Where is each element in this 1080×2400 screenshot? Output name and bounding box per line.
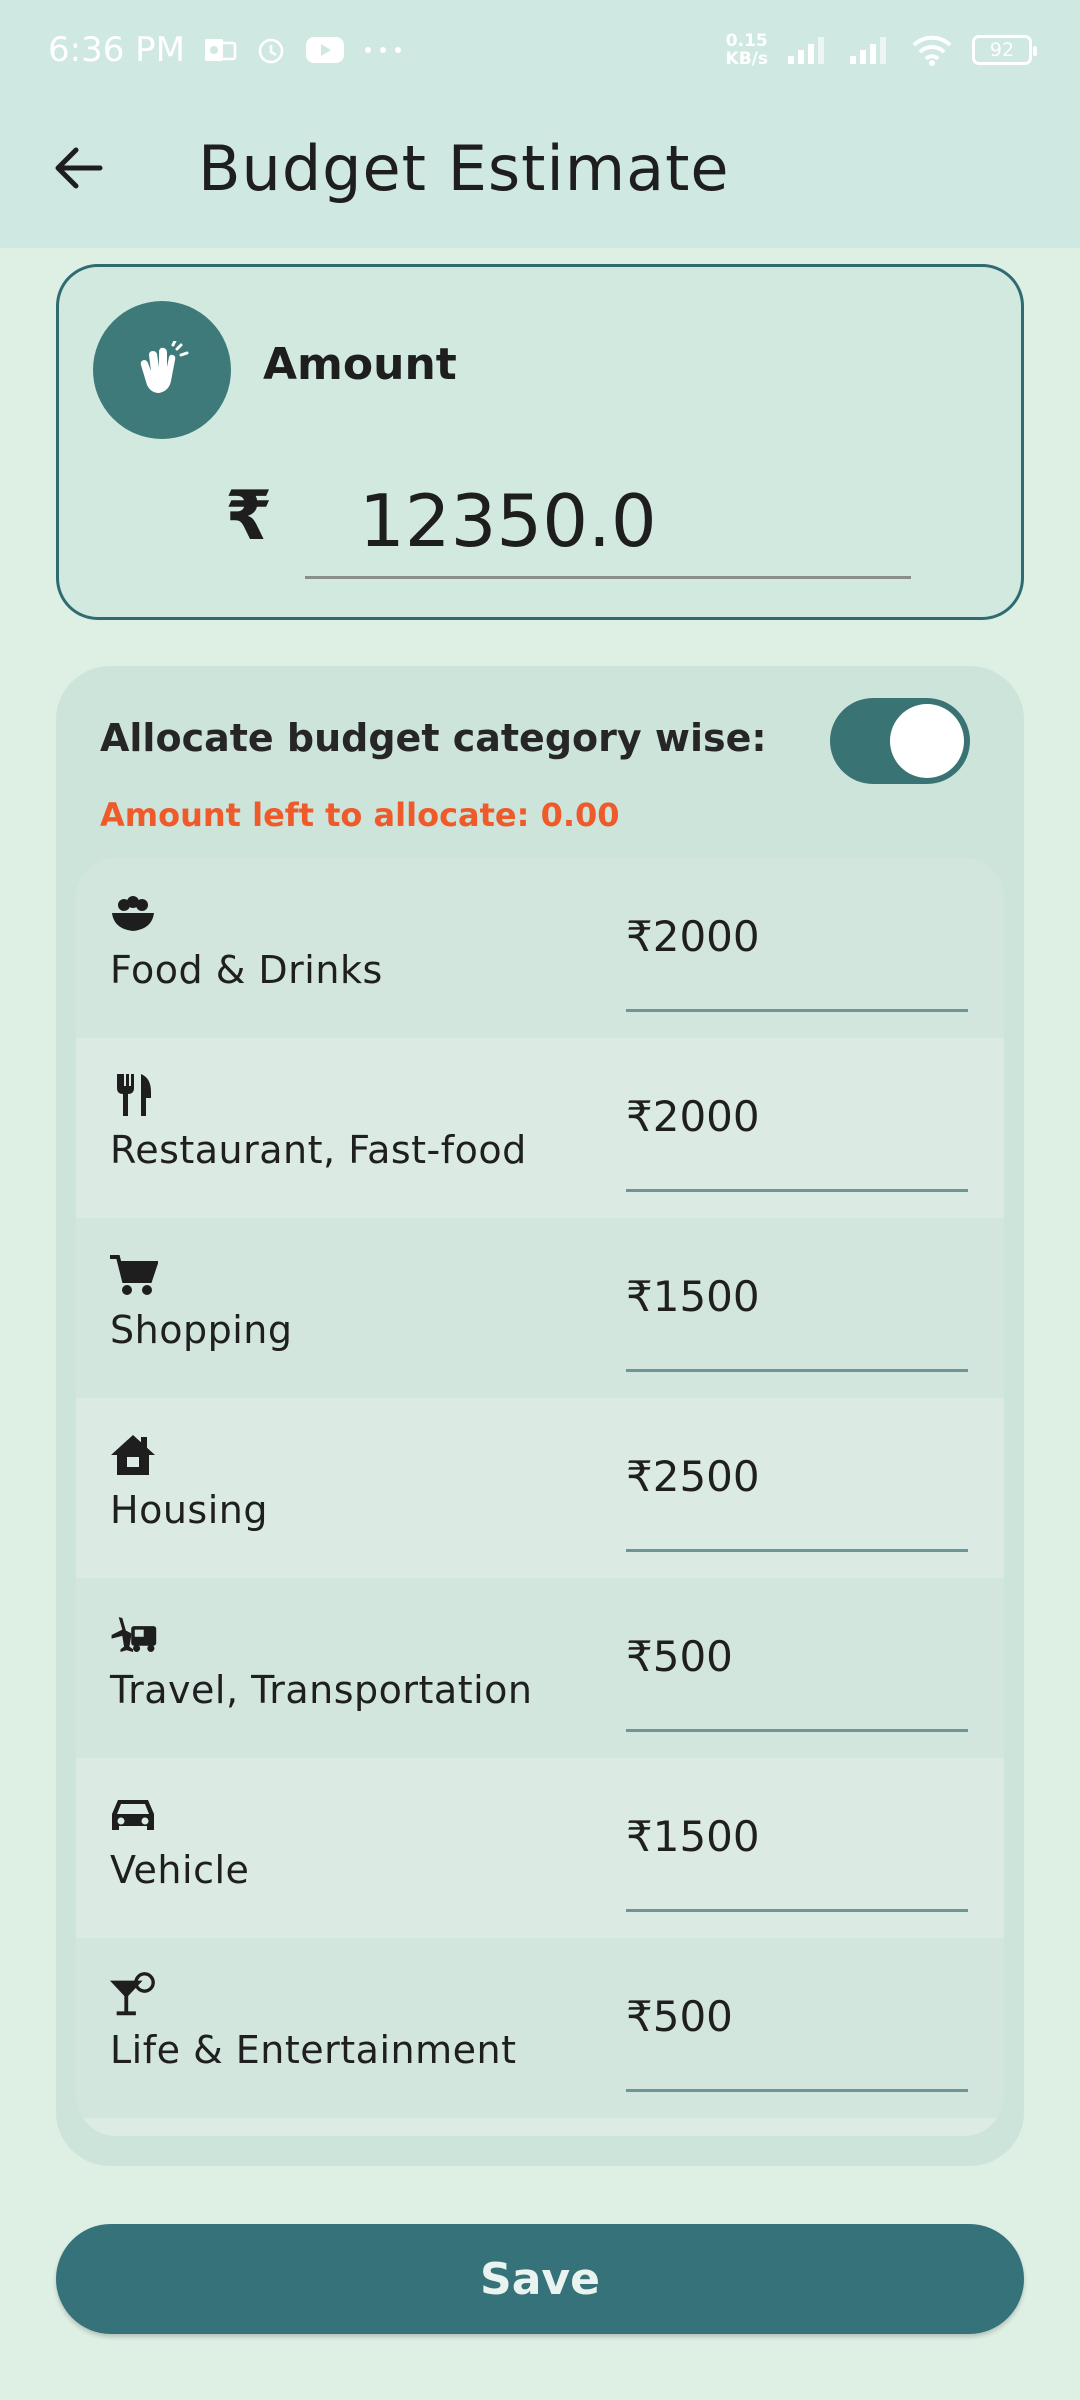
category-row-shopping[interactable]: Shopping ₹1500	[76, 1218, 1004, 1398]
amount-input[interactable]: 12350.0	[305, 479, 911, 579]
category-amount-input[interactable]: ₹1500	[626, 1272, 968, 1372]
category-row-vehicle[interactable]: Vehicle ₹1500	[76, 1758, 1004, 1938]
plane-truck-icon	[108, 1612, 158, 1658]
category-amount-input[interactable]: ₹500	[626, 1632, 968, 1732]
shopping-cart-icon	[108, 1252, 158, 1298]
category-row-housing[interactable]: Housing ₹2500	[76, 1398, 1004, 1578]
youtube-icon	[305, 35, 345, 65]
page-title: Budget Estimate	[198, 132, 730, 205]
allocate-toggle[interactable]	[830, 698, 970, 784]
car-icon	[108, 1792, 158, 1838]
category-amount-input[interactable]: ₹500	[626, 1992, 968, 2092]
house-icon	[108, 1432, 158, 1478]
toggle-knob	[890, 704, 964, 778]
network-speed: 0.15 KB/s	[725, 31, 768, 69]
amount-label: Amount	[263, 339, 457, 390]
category-name: Restaurant, Fast-food	[110, 1128, 527, 1172]
food-bowl-icon	[108, 892, 158, 938]
fork-knife-icon	[108, 1072, 158, 1118]
more-notifications-icon	[363, 45, 403, 55]
amount-left-text: Amount left to allocate: 0.00	[100, 796, 620, 834]
category-amount-input[interactable]: ₹1500	[626, 1812, 968, 1912]
category-name: Life & Entertainment	[110, 2028, 517, 2072]
category-name: Travel, Transportation	[110, 1668, 533, 1712]
category-row-life-entertainment[interactable]: Life & Entertainment ₹500	[76, 1938, 1004, 2118]
category-row-food-drinks[interactable]: Food & Drinks ₹2000	[76, 858, 1004, 1038]
amount-card: Amount ₹ 12350.0	[56, 264, 1024, 620]
arrow-left-icon	[55, 147, 103, 189]
status-bar: 6:36 PM 0.15 KB/s 92	[0, 0, 1080, 100]
category-name: Shopping	[110, 1308, 293, 1352]
signal-1-icon	[786, 34, 830, 66]
currency-symbol: ₹	[225, 477, 273, 556]
amount-avatar	[93, 301, 231, 439]
category-row-restaurant[interactable]: Restaurant, Fast-food ₹2000	[76, 1038, 1004, 1218]
category-row-travel[interactable]: Travel, Transportation ₹500	[76, 1578, 1004, 1758]
cocktail-icon	[108, 1972, 158, 2018]
back-button[interactable]	[40, 130, 116, 206]
signal-2-icon	[848, 34, 892, 66]
category-amount-input[interactable]: ₹2000	[626, 1092, 968, 1192]
battery-icon: 92	[972, 35, 1037, 65]
allocation-card: Allocate budget category wise: Amount le…	[56, 666, 1024, 2166]
allocation-title: Allocate budget category wise:	[100, 716, 767, 760]
outlook-icon	[203, 35, 237, 65]
alarm-icon	[255, 34, 287, 66]
category-amount-input[interactable]: ₹2000	[626, 912, 968, 1012]
category-name: Housing	[110, 1488, 268, 1532]
category-name: Vehicle	[110, 1848, 250, 1892]
wifi-icon	[910, 33, 954, 67]
category-name: Food & Drinks	[110, 948, 383, 992]
category-amount-input[interactable]: ₹2500	[626, 1452, 968, 1552]
clapping-hands-icon	[140, 341, 189, 393]
status-time: 6:36 PM	[48, 30, 185, 70]
app-bar: 6:36 PM 0.15 KB/s 92 Budget Estimate	[0, 0, 1080, 248]
category-list: Food & Drinks ₹2000 Restaurant, Fast-foo…	[76, 858, 1004, 2136]
save-button[interactable]: Save	[56, 2224, 1024, 2334]
